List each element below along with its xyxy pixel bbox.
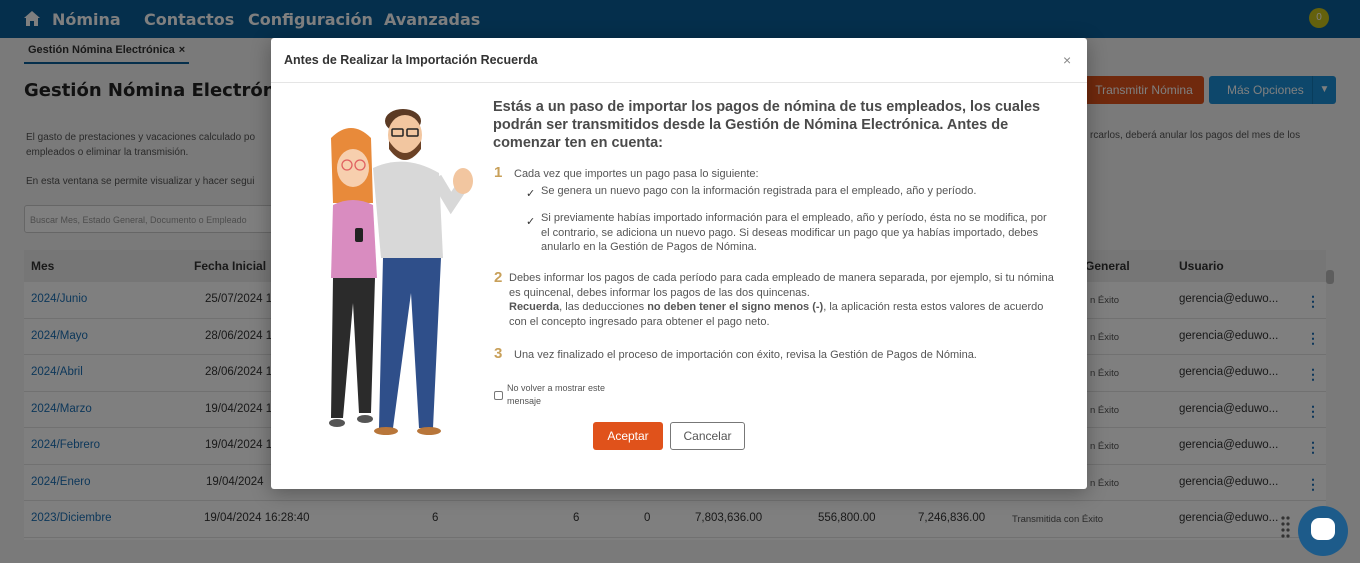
step-check-text: Si previamente habías importado informac… [541, 212, 1047, 253]
step-check-text: Se genera un nuevo pago con la informaci… [541, 185, 977, 197]
step-number: 2 [494, 269, 503, 286]
import-reminder-modal: Antes de Realizar la Importación Recuerd… [271, 38, 1087, 489]
check-icon: ✓ [526, 216, 536, 228]
check-icon: ✓ [526, 188, 536, 200]
step-text-part: Debes informar los pagos de cada período… [509, 272, 1054, 299]
grid-dots-icon[interactable] [1281, 516, 1293, 538]
modal-lead-text: Estás a un paso de importar los pagos de… [493, 99, 1041, 151]
step-text-part: , las deducciones [559, 301, 648, 313]
accept-button[interactable]: Aceptar [593, 422, 663, 450]
step-text: Cada vez que importes un pago pasa lo si… [514, 168, 759, 180]
step-text: Debes informar los pagos de cada período… [509, 271, 1064, 329]
step-number: 3 [494, 345, 503, 362]
chat-icon [1311, 518, 1335, 540]
people-illustration [329, 109, 473, 435]
step-text-bold: no deben tener el signo menos (-) [647, 301, 824, 313]
step-text-bold: Recuerda [509, 301, 560, 313]
step-text: Una vez finalizado el proceso de importa… [514, 349, 977, 361]
step-number: 1 [494, 164, 503, 181]
modal-header: Antes de Realizar la Importación Recuerd… [271, 38, 1087, 83]
dont-show-again-label[interactable]: No volver a mostrar este mensaje [507, 382, 627, 408]
modal-title: Antes de Realizar la Importación Recuerd… [284, 53, 538, 67]
close-icon[interactable]: × [1063, 52, 1071, 68]
dont-show-again-checkbox[interactable] [494, 391, 503, 400]
cancel-button[interactable]: Cancelar [670, 422, 745, 450]
